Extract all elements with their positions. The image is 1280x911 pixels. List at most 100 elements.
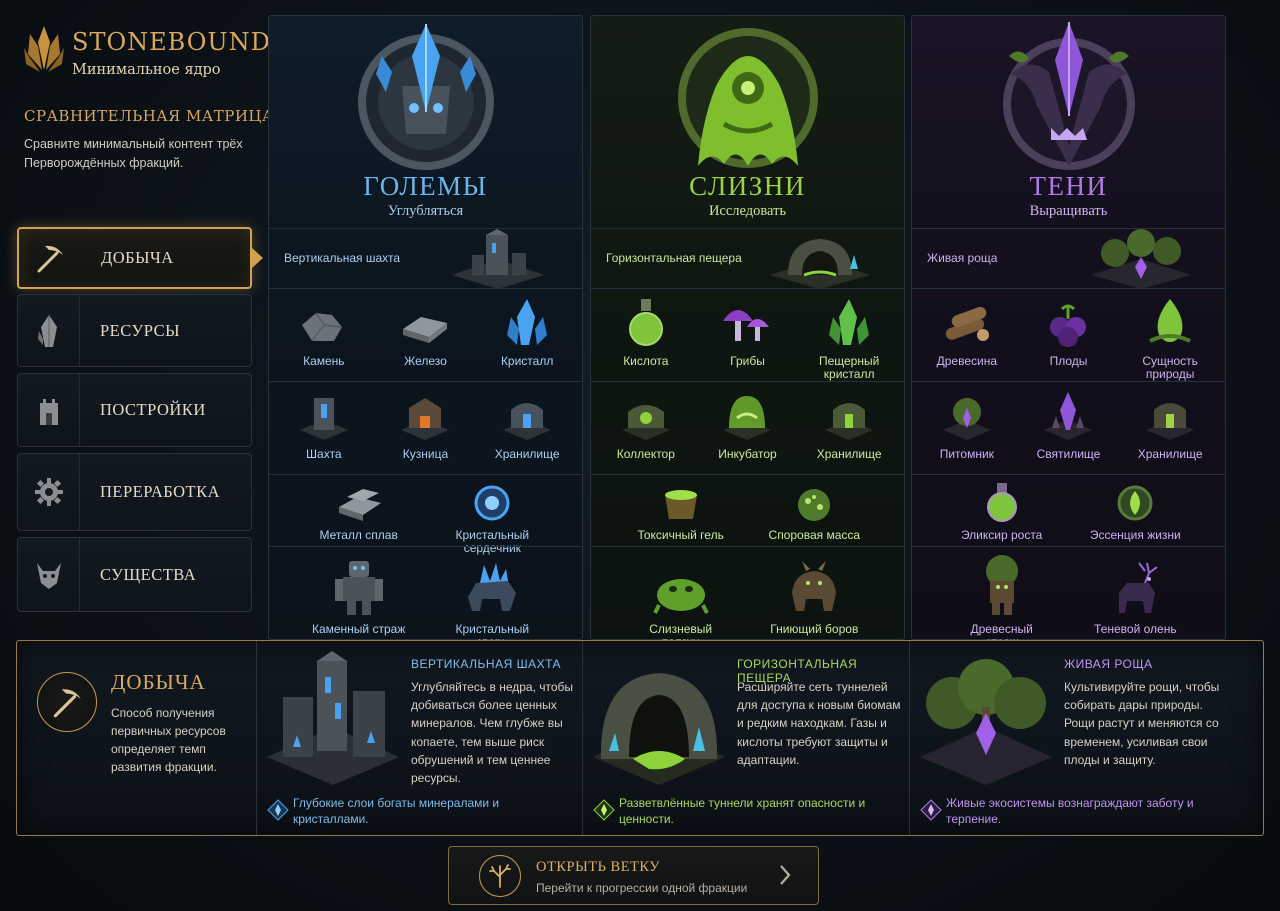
resource-wood[interactable]: Древесина	[919, 289, 1015, 368]
resources-row: Древесина Плоды Сущность природы	[912, 288, 1225, 381]
mining-row[interactable]: Вертикальная шахта	[269, 228, 582, 289]
item-label: Сущность природы	[1142, 354, 1198, 381]
building-mine[interactable]: Шахта	[276, 382, 372, 461]
mining-row[interactable]: Горизонтальная пещера	[591, 228, 904, 289]
mining-label: Вертикальная шахта	[284, 251, 401, 265]
item-label: Кристалл	[500, 354, 554, 368]
item-label: Железо	[404, 354, 447, 368]
purple-diamond-icon	[920, 799, 942, 821]
mining-row[interactable]: Живая роща	[912, 228, 1225, 289]
nav-item-resources[interactable]: РЕСУРСЫ	[17, 294, 252, 367]
item-label: Кузница	[402, 447, 449, 461]
item-label: Эликсир роста	[960, 528, 1043, 542]
faction-name: СЛИЗНИ	[689, 171, 806, 201]
collector-icon	[621, 405, 670, 440]
item-label: Коллектор	[616, 447, 675, 461]
creature-shadow-deer[interactable]: Теневой олень	[1087, 547, 1183, 636]
wood-logs-icon	[945, 306, 989, 341]
resource-stone[interactable]: Камень	[276, 289, 372, 368]
building-sanctuary[interactable]: Святилище	[1020, 382, 1116, 461]
creature-crystal-beast[interactable]: Кристальный зверь	[444, 547, 540, 649]
detail-card-horizontal-cave: ГОРИЗОНТАЛЬНАЯ ПЕЩЕРА Расширяйте сеть ту…	[582, 641, 908, 835]
storage-icon	[825, 403, 874, 440]
open-branch-button[interactable]: ОТКРЫТЬ ВЕТКУ Перейти к прогрессии одной…	[448, 846, 819, 905]
blue-diamond-icon	[267, 799, 289, 821]
card-body: Углубляйтесь в недра, чтобы добиваться б…	[411, 680, 574, 786]
building-storage[interactable]: Хранилище	[479, 382, 575, 461]
app-title: STONEBOUND	[72, 28, 271, 56]
nature-essence-icon	[1149, 299, 1192, 343]
item-label: Пещерный кристалл	[818, 354, 880, 381]
item-label: Токсичный гель	[637, 528, 724, 542]
building-nursery[interactable]: Питомник	[919, 382, 1015, 461]
card-note: Разветвлённые туннели хранят опасности и…	[619, 796, 866, 826]
stone-icon	[301, 312, 342, 342]
processed-toxic-gel[interactable]: Токсичный гель	[633, 475, 729, 542]
processing-row: Токсичный гель Споровая масса	[591, 474, 904, 546]
item-label: Хранилище	[1137, 447, 1203, 461]
item-label: Споровая масса	[768, 528, 861, 542]
stonebound-emblem-icon	[24, 26, 64, 72]
nav-item-mining[interactable]: ДОБЫЧА	[17, 227, 263, 289]
resource-mushrooms[interactable]: Грибы	[699, 289, 795, 368]
processed-spore-mass[interactable]: Споровая масса	[766, 475, 862, 542]
processed-metal-alloy[interactable]: Металл сплав	[311, 475, 407, 542]
building-forge[interactable]: Кузница	[377, 382, 473, 461]
creature-slime-crawler[interactable]: Слизневый ползун	[633, 547, 729, 649]
nav-item-label: ПЕРЕРАБОТКА	[100, 482, 221, 501]
toxic-gel-icon	[664, 490, 697, 519]
nav-item-processing[interactable]: ПЕРЕРАБОТКА	[17, 453, 252, 531]
nav-item-label: РЕСУРСЫ	[100, 320, 180, 340]
processing-row: Эликсир роста Эссенция жизни	[912, 474, 1225, 546]
processed-life-essence[interactable]: Эссенция жизни	[1087, 475, 1183, 542]
resources-row: Кислота Грибы Пещерный кристалл	[591, 288, 904, 381]
faction-column-shadows: ТЕНИ Выращивать Живая роща Древесина Пло…	[911, 15, 1226, 649]
creature-rotting-boar[interactable]: Гниющий боров	[766, 547, 862, 636]
tree-branch-icon	[479, 855, 521, 897]
building-incubator[interactable]: Инкубатор	[699, 382, 795, 461]
nav-item-creatures[interactable]: СУЩЕСТВА	[17, 537, 252, 612]
nursery-icon	[942, 398, 991, 440]
pickaxe-icon	[19, 229, 81, 287]
faction-verb: Выращивать	[1029, 203, 1108, 219]
mining-label: Живая роща	[927, 251, 998, 265]
creatures-row: Древесный страж Теневой олень	[912, 546, 1225, 649]
nav-item-buildings[interactable]: ПОСТРОЙКИ	[17, 373, 252, 447]
spore-mass-icon	[798, 489, 831, 521]
resource-nature-essence[interactable]: Сущность природы	[1122, 289, 1218, 381]
item-label: Грибы	[730, 354, 765, 368]
detail-card-vertical-mine: ВЕРТИКАЛЬНАЯ ШАХТА Углубляйтесь в недра,…	[256, 641, 582, 835]
creature-tree-guard[interactable]: Древесный страж	[954, 547, 1050, 649]
building-storage[interactable]: Хранилище	[1122, 382, 1218, 461]
blue-crystal-icon	[507, 299, 548, 345]
detail-card-living-grove: ЖИВАЯ РОЩА Культивируйте рощи, чтобы соб…	[909, 641, 1263, 835]
slime-emblem-icon	[677, 28, 818, 168]
resource-acid[interactable]: Кислота	[598, 289, 694, 368]
item-label: Камень	[303, 354, 345, 368]
creatures-row: Слизневый ползун Гниющий боров	[591, 546, 904, 649]
building-storage[interactable]: Хранилище	[801, 382, 897, 461]
processed-growth-elixir[interactable]: Эликсир роста	[954, 475, 1050, 542]
card-title: ЖИВАЯ РОЩА	[1064, 657, 1153, 671]
resource-cave-crystal[interactable]: Пещерный кристалл	[801, 289, 897, 381]
growth-elixir-icon	[986, 483, 1017, 522]
chevron-right-icon	[780, 865, 791, 885]
resource-iron[interactable]: Железо	[377, 289, 473, 368]
item-label: Святилище	[1036, 447, 1101, 461]
golem-emblem-icon	[357, 24, 494, 170]
item-label: Питомник	[939, 447, 994, 461]
mushroom-icon	[723, 310, 770, 341]
item-label: Кислота	[623, 354, 669, 368]
cta-title: ОТКРЫТЬ ВЕТКУ	[536, 859, 661, 875]
resource-fruits[interactable]: Плоды	[1020, 289, 1116, 368]
matrix-title: СРАВНИТЕЛЬНАЯ МАТРИЦА	[24, 107, 274, 125]
creature-stone-guard[interactable]: Каменный страж	[311, 547, 407, 636]
iron-ingot-icon	[403, 317, 448, 343]
resource-crystal[interactable]: Кристалл	[479, 289, 575, 368]
app-logo: STONEBOUND Минимальное ядро	[20, 22, 270, 82]
processed-crystal-core[interactable]: Кристальный сердечник	[444, 475, 540, 555]
berries-icon	[1050, 304, 1087, 347]
building-collector[interactable]: Коллектор	[598, 382, 694, 461]
processing-row: Металл сплав Кристальный сердечник	[269, 474, 582, 555]
horizontal-cave-illustration	[593, 673, 725, 785]
